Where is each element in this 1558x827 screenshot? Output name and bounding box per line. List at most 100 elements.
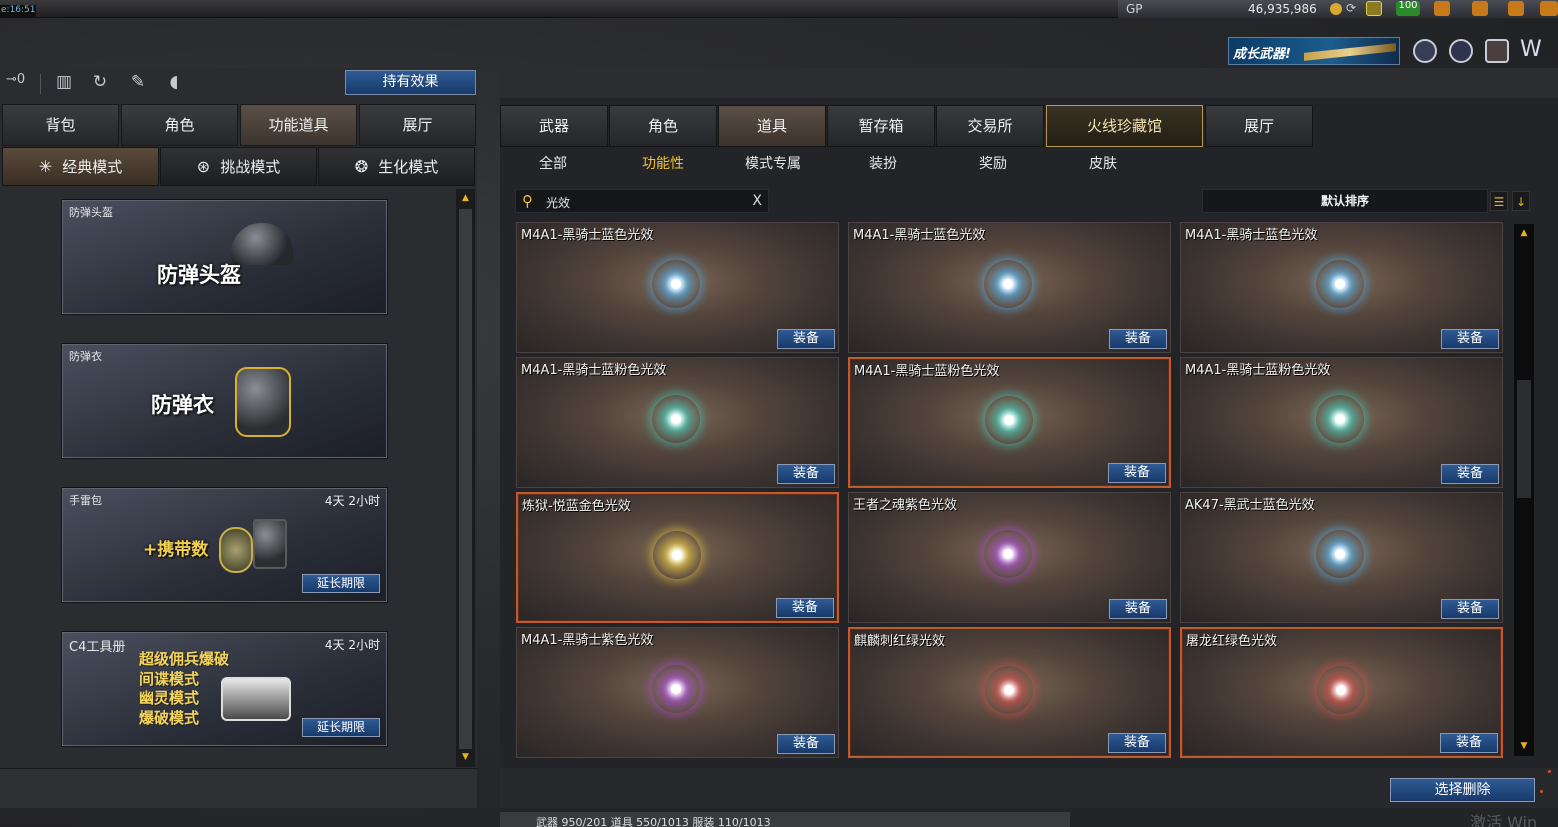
sub-tab[interactable]: 功能性 <box>613 153 713 175</box>
toolbar-divider <box>40 74 41 94</box>
sub-tab[interactable]: 模式专属 <box>723 153 823 175</box>
right-tab[interactable]: 暂存箱 <box>827 105 935 147</box>
grid-scrollbar[interactable]: ▲ ▼ <box>1514 224 1534 756</box>
right-tab[interactable]: 展厅 <box>1205 105 1313 147</box>
right-tab[interactable]: 火线珍藏馆 <box>1046 105 1203 147</box>
item-card[interactable]: M4A1-黑骑士蓝色光效 装备 <box>848 222 1171 353</box>
extend-button[interactable]: 延长期限 <box>302 718 380 737</box>
equip-button[interactable]: 装备 <box>777 734 835 754</box>
item-card[interactable]: 麒麟刺红绿光效装备 <box>848 627 1171 758</box>
item-card-helmet[interactable]: 防弹头盔 防弹头盔 <box>62 200 387 314</box>
left-tab[interactable]: 角色 <box>121 104 238 146</box>
mode-tab[interactable]: ⊛ 挑战模式 <box>160 147 317 186</box>
light-effect-icon <box>652 395 700 443</box>
vip-shield-icon[interactable] <box>1413 39 1437 63</box>
left-scrollbar[interactable]: ▲ ▼ <box>456 189 475 767</box>
equip-button[interactable]: 装备 <box>1441 464 1499 484</box>
item-card[interactable]: M4A1-黑骑士蓝粉色光效装备 <box>848 357 1171 488</box>
equip-button[interactable]: 装备 <box>1108 733 1166 753</box>
grenade-box-icon <box>253 519 287 569</box>
sort-dropdown[interactable]: 默认排序 <box>1202 189 1488 213</box>
sub-tab[interactable]: 皮肤 <box>1053 153 1153 175</box>
scroll-up-icon[interactable]: ▲ <box>1516 226 1532 241</box>
light-effect-icon <box>985 396 1033 444</box>
equip-button[interactable]: 装备 <box>1441 329 1499 349</box>
equip-button[interactable]: 装备 <box>1109 329 1167 349</box>
vest-icon <box>235 367 291 437</box>
item-card[interactable]: M4A1-黑骑士紫色光效 装备 <box>516 627 839 758</box>
item-name: 防弹衣 <box>69 350 102 363</box>
item-card-vest[interactable]: 防弹衣 防弹衣 <box>62 344 387 458</box>
scroll-down-icon[interactable]: ▼ <box>1516 739 1532 754</box>
left-tab[interactable]: 功能道具 <box>240 104 357 146</box>
w-logo-icon[interactable]: W <box>1520 39 1544 63</box>
capacity-bar: 武器 950/201 道具 550/1013 服装 110/1013 <box>500 812 1070 827</box>
right-tab[interactable]: 角色 <box>609 105 717 147</box>
mode-tab[interactable]: ✳ 经典模式 <box>2 147 159 186</box>
right-tab[interactable]: 交易所 <box>936 105 1044 147</box>
equip-button[interactable]: 装备 <box>1109 599 1167 619</box>
mode-tab-label: 生化模式 <box>378 158 439 176</box>
mode-tab[interactable]: ❂ 生化模式 <box>318 147 475 186</box>
history-icon[interactable]: ↻ <box>89 72 111 94</box>
rank-icon[interactable] <box>1366 1 1382 16</box>
refresh-icon[interactable]: ⟳ <box>1346 1 1362 16</box>
equip-button[interactable]: 装备 <box>777 329 835 349</box>
owned-effects-button[interactable]: 持有效果 <box>345 70 476 95</box>
item-card[interactable]: AK47-黑武士蓝色光效装备 <box>1180 492 1503 623</box>
menu-icon[interactable] <box>1540 1 1558 16</box>
clear-search-icon[interactable]: X <box>752 193 762 209</box>
target-icon[interactable] <box>1449 39 1473 63</box>
equip-button[interactable]: 装备 <box>777 464 835 484</box>
right-tab[interactable]: 武器 <box>500 105 608 147</box>
scroll-down-icon[interactable]: ▼ <box>458 750 473 765</box>
item-card[interactable]: M4A1-黑骑士蓝粉色光效 装备 <box>1180 357 1503 488</box>
item-card[interactable]: M4A1-黑骑士蓝色光效 装备 <box>1180 222 1503 353</box>
equip-button[interactable]: 装备 <box>776 598 834 618</box>
item-card-c4[interactable]: C4工具册 4天 2小时 超级佣兵爆破 间谍模式 幽灵模式 爆破模式 延长期限 <box>62 632 387 746</box>
item-title: M4A1-黑骑士蓝粉色光效 <box>521 363 667 378</box>
item-title: 麒麟刺红绿光效 <box>854 634 946 649</box>
item-card[interactable]: M4A1-黑骑士蓝色光效 装备 <box>516 222 839 353</box>
mouse-icon[interactable]: ◖ <box>163 72 185 94</box>
equip-button[interactable]: 装备 <box>1441 599 1499 619</box>
item-card[interactable]: M4A1-黑骑士蓝粉色光效装备 <box>516 357 839 488</box>
character-icon[interactable]: ✎ <box>127 72 149 94</box>
left-tab[interactable]: 背包 <box>2 104 119 146</box>
extend-button[interactable]: 延长期限 <box>302 574 380 593</box>
warehouse-header-strip <box>500 68 1558 98</box>
back-icon[interactable] <box>1472 1 1488 16</box>
right-tab[interactable]: 道具 <box>718 105 826 147</box>
ranking-icon[interactable]: ▥ <box>53 72 75 94</box>
c4-mode-list: 超级佣兵爆破 间谍模式 幽灵模式 爆破模式 <box>139 650 229 728</box>
item-card-grenade[interactable]: 手雷包 4天 2小时 +携带数 延长期限 <box>62 488 387 602</box>
left-tab[interactable]: 展厅 <box>359 104 476 146</box>
scroll-thumb[interactable] <box>459 209 472 749</box>
search-input[interactable]: ⚲ 光效 X <box>515 189 769 213</box>
item-card[interactable]: 屠龙红绿色光效 装备 <box>1180 627 1503 758</box>
badge-icon[interactable] <box>1485 39 1509 63</box>
c4-mode: 幽灵模式 <box>139 689 200 707</box>
shield-icon[interactable] <box>1434 1 1450 16</box>
gear-icon[interactable] <box>1508 1 1524 16</box>
equip-button[interactable]: 装备 <box>1440 733 1498 753</box>
equip-button[interactable]: 装备 <box>1108 463 1166 483</box>
mode-tab-label: 经典模式 <box>62 158 123 176</box>
item-card[interactable]: 王者之魂紫色光效 装备 <box>848 492 1171 623</box>
sort-direction-icon[interactable]: ↓ <box>1512 191 1530 211</box>
list-view-icon[interactable]: ☰ <box>1490 191 1508 211</box>
select-delete-button[interactable]: 选择删除 <box>1390 778 1535 802</box>
mode-tab-label: 挑战模式 <box>220 158 281 176</box>
scroll-up-icon[interactable]: ▲ <box>458 191 473 206</box>
key-icon[interactable]: ⊸0 <box>6 72 36 94</box>
light-effect-icon <box>1316 395 1364 443</box>
item-title: AK47-黑武士蓝色光效 <box>1185 498 1315 513</box>
item-title: M4A1-黑骑士蓝粉色光效 <box>854 364 1000 379</box>
growth-weapon-banner[interactable]: 成长武器! <box>1228 37 1400 65</box>
sub-tab[interactable]: 全部 <box>503 153 603 175</box>
sub-tab[interactable]: 奖励 <box>943 153 1043 175</box>
sub-tab[interactable]: 装扮 <box>833 153 933 175</box>
grenade-icon <box>219 527 253 573</box>
item-card[interactable]: 炼狱-悦蓝金色光效 装备 <box>516 492 839 623</box>
scroll-thumb[interactable] <box>1517 380 1531 498</box>
